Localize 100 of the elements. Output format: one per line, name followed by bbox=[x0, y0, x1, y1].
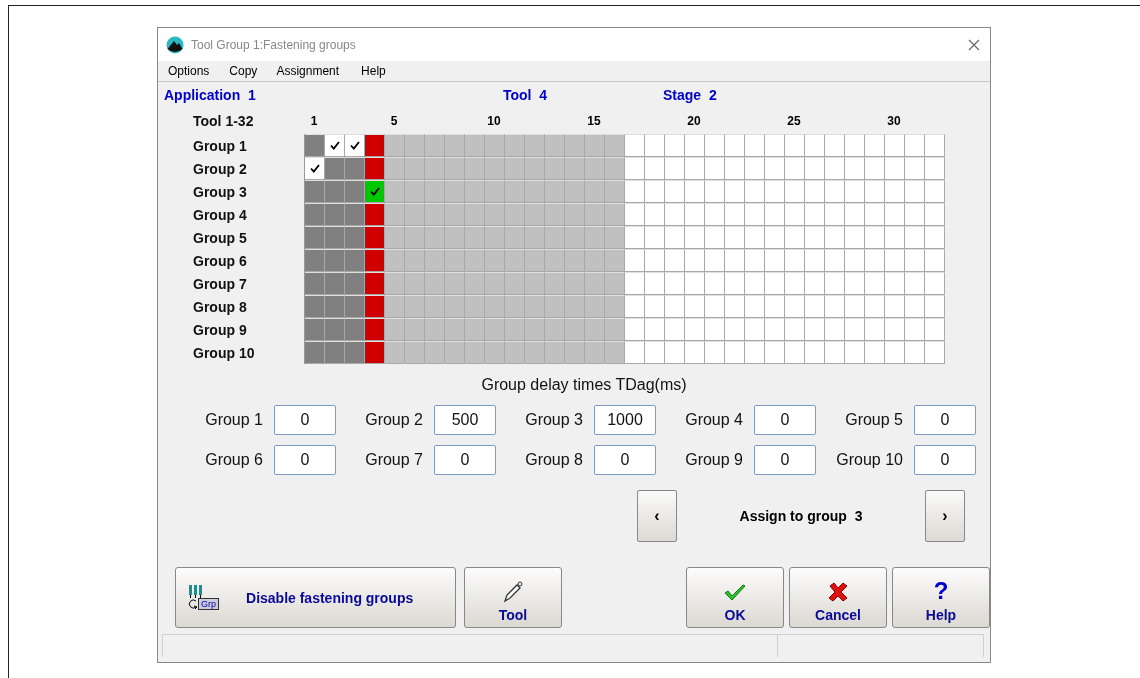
grid-cell[interactable] bbox=[745, 157, 765, 180]
grid-cell[interactable] bbox=[765, 295, 785, 318]
help-button[interactable]: ? Help bbox=[892, 567, 990, 628]
grid-cell[interactable] bbox=[665, 134, 685, 157]
grid-cell[interactable] bbox=[665, 295, 685, 318]
grid-cell[interactable] bbox=[365, 157, 385, 180]
grid-cell[interactable] bbox=[905, 203, 925, 226]
grid-cell[interactable] bbox=[305, 134, 325, 157]
grid-cell[interactable] bbox=[845, 134, 865, 157]
grid-cell[interactable] bbox=[665, 180, 685, 203]
grid-cell[interactable] bbox=[885, 180, 905, 203]
grid-cell[interactable] bbox=[345, 272, 365, 295]
grid-cell[interactable] bbox=[625, 341, 645, 364]
grid-cell[interactable] bbox=[345, 180, 365, 203]
grid-cell[interactable] bbox=[645, 226, 665, 249]
grid-cell[interactable] bbox=[645, 203, 665, 226]
grid-cell[interactable] bbox=[825, 341, 845, 364]
grid-cell[interactable] bbox=[325, 203, 345, 226]
menu-item[interactable]: Copy bbox=[229, 64, 258, 78]
grid-cell[interactable] bbox=[865, 134, 885, 157]
grid-cell[interactable] bbox=[345, 341, 365, 364]
grid-cell[interactable] bbox=[345, 203, 365, 226]
grid-cell[interactable] bbox=[365, 226, 385, 249]
grid-cell[interactable] bbox=[785, 157, 805, 180]
grid-cell[interactable] bbox=[805, 180, 825, 203]
grid-cell[interactable] bbox=[705, 134, 725, 157]
grid-cell[interactable] bbox=[645, 295, 665, 318]
grid-cell[interactable] bbox=[925, 134, 945, 157]
grid-cell[interactable] bbox=[925, 226, 945, 249]
grid-cell[interactable] bbox=[705, 203, 725, 226]
grid-cell[interactable] bbox=[745, 341, 765, 364]
grid-cell[interactable] bbox=[305, 295, 325, 318]
grid-cell[interactable] bbox=[845, 318, 865, 341]
menu-item[interactable]: Help bbox=[361, 64, 386, 78]
grid-cell[interactable] bbox=[325, 134, 345, 157]
grid-cell[interactable] bbox=[365, 341, 385, 364]
grid-cell[interactable] bbox=[625, 249, 645, 272]
grid-cell[interactable] bbox=[325, 157, 345, 180]
grid-cell[interactable] bbox=[365, 318, 385, 341]
grid-cell[interactable] bbox=[685, 157, 705, 180]
grid-cell[interactable] bbox=[665, 272, 685, 295]
grid-cell[interactable] bbox=[625, 226, 645, 249]
grid-cell[interactable] bbox=[645, 341, 665, 364]
grid-cell[interactable] bbox=[925, 203, 945, 226]
grid-cell[interactable] bbox=[765, 272, 785, 295]
grid-cell[interactable] bbox=[865, 318, 885, 341]
grid-cell[interactable] bbox=[865, 157, 885, 180]
grid-cell[interactable] bbox=[305, 157, 325, 180]
grid-cell[interactable] bbox=[345, 318, 365, 341]
grid-cell[interactable] bbox=[885, 226, 905, 249]
grid-cell[interactable] bbox=[365, 249, 385, 272]
grid-cell[interactable] bbox=[885, 318, 905, 341]
grid-cell[interactable] bbox=[645, 134, 665, 157]
grid-cell[interactable] bbox=[925, 341, 945, 364]
grid-cell[interactable] bbox=[785, 249, 805, 272]
grid-cell[interactable] bbox=[665, 318, 685, 341]
grid-cell[interactable] bbox=[785, 134, 805, 157]
grid-cell[interactable] bbox=[825, 272, 845, 295]
grid-cell[interactable] bbox=[905, 249, 925, 272]
grid-cell[interactable] bbox=[865, 180, 885, 203]
grid-cell[interactable] bbox=[725, 203, 745, 226]
grid-cell[interactable] bbox=[625, 157, 645, 180]
grid-cell[interactable] bbox=[345, 226, 365, 249]
grid-cell[interactable] bbox=[745, 272, 765, 295]
grid-cell[interactable] bbox=[325, 295, 345, 318]
close-icon[interactable] bbox=[968, 38, 980, 51]
grid-cell[interactable] bbox=[825, 226, 845, 249]
grid-cell[interactable] bbox=[325, 318, 345, 341]
grid-cell[interactable] bbox=[685, 180, 705, 203]
menu-item[interactable]: Options bbox=[168, 64, 210, 78]
grid-cell[interactable] bbox=[645, 180, 665, 203]
delay-input[interactable]: 0 bbox=[594, 445, 656, 475]
grid-cell[interactable] bbox=[845, 341, 865, 364]
grid-cell[interactable] bbox=[685, 226, 705, 249]
grid-cell[interactable] bbox=[745, 295, 765, 318]
grid-cell[interactable] bbox=[745, 249, 765, 272]
grid-cell[interactable] bbox=[325, 180, 345, 203]
grid-cell[interactable] bbox=[725, 272, 745, 295]
grid-cell[interactable] bbox=[765, 134, 785, 157]
grid-cell[interactable] bbox=[925, 295, 945, 318]
grid-cell[interactable] bbox=[925, 157, 945, 180]
grid-cell[interactable] bbox=[665, 226, 685, 249]
grid-cell[interactable] bbox=[905, 341, 925, 364]
grid-cell[interactable] bbox=[345, 295, 365, 318]
grid-cell[interactable] bbox=[865, 226, 885, 249]
grid-cell[interactable] bbox=[745, 318, 765, 341]
grid-cell[interactable] bbox=[905, 318, 925, 341]
grid-cell[interactable] bbox=[725, 295, 745, 318]
grid-cell[interactable] bbox=[705, 295, 725, 318]
grid-cell[interactable] bbox=[905, 226, 925, 249]
grid-cell[interactable] bbox=[705, 249, 725, 272]
grid-cell[interactable] bbox=[885, 249, 905, 272]
grid-cell[interactable] bbox=[925, 180, 945, 203]
grid-cell[interactable] bbox=[305, 203, 325, 226]
grid-cell[interactable] bbox=[625, 134, 645, 157]
grid-cell[interactable] bbox=[305, 226, 325, 249]
grid-cell[interactable] bbox=[745, 203, 765, 226]
grid-cell[interactable] bbox=[365, 272, 385, 295]
grid-cell[interactable] bbox=[685, 341, 705, 364]
grid-cell[interactable] bbox=[665, 249, 685, 272]
